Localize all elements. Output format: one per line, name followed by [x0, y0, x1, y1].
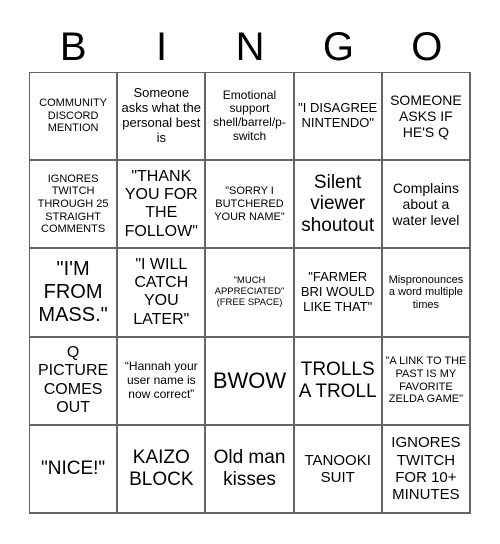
bingo-cell[interactable]: COMMUNITY DISCORD MENTION: [30, 73, 119, 162]
bingo-header: B I N G O: [29, 22, 471, 72]
bingo-cell[interactable]: "FARMER BRI WOULD LIKE THAT": [294, 249, 383, 338]
bingo-cell[interactable]: Q PICTURE COMES OUT: [30, 337, 119, 426]
bingo-cell[interactable]: Emotional support shell/barrel/p-switch: [206, 73, 295, 162]
bingo-cell[interactable]: Silent viewer shoutout: [294, 161, 383, 250]
header-letter-i: I: [156, 25, 168, 69]
bingo-cell[interactable]: "NICE!": [30, 425, 119, 514]
bingo-cell[interactable]: IGNORES TWITCH FOR 10+ MINUTES: [382, 425, 471, 514]
bingo-cell[interactable]: "I WILL CATCH YOU LATER": [118, 249, 207, 338]
header-letter-g: G: [322, 25, 354, 69]
bingo-cell[interactable]: Mispronounces a word multiple times: [382, 249, 471, 338]
bingo-cell[interactable]: "THANK YOU FOR THE FOLLOW": [118, 161, 207, 250]
header-letter-o: O: [411, 25, 443, 69]
bingo-cell[interactable]: “Hannah your user name is now correct”: [118, 337, 207, 426]
bingo-cell[interactable]: "A LINK TO THE PAST IS MY FAVORITE ZELDA…: [382, 337, 471, 426]
bingo-cell[interactable]: BWOW: [206, 337, 295, 426]
bingo-cell[interactable]: "I'M FROM MASS.": [30, 249, 119, 338]
bingo-cell[interactable]: KAIZO BLOCK: [118, 425, 207, 514]
bingo-cell free-space[interactable]: "MUCH APPRECIATED" (FREE SPACE): [206, 249, 295, 338]
bingo-board: COMMUNITY DISCORD MENTION Someone asks w…: [29, 72, 471, 514]
bingo-cell[interactable]: SOMEONE ASKS IF HE'S Q: [382, 73, 471, 162]
bingo-cell[interactable]: "I DISAGREE NINTENDO": [294, 73, 383, 162]
bingo-cell[interactable]: TROLLS A TROLL: [294, 337, 383, 426]
bingo-cell[interactable]: Old man kisses: [206, 425, 295, 514]
bingo-cell[interactable]: TANOOKI SUIT: [294, 425, 383, 514]
bingo-cell[interactable]: Someone asks what the personal best is: [118, 73, 207, 162]
bingo-cell[interactable]: Complains about a water level: [382, 161, 471, 250]
header-letter-b: B: [59, 25, 87, 69]
bingo-cell[interactable]: "SORRY I BUTCHERED YOUR NAME": [206, 161, 295, 250]
bingo-cell[interactable]: IGNORES TWITCH THROUGH 25 STRAIGHT COMME…: [30, 161, 119, 250]
header-letter-n: N: [235, 25, 265, 69]
